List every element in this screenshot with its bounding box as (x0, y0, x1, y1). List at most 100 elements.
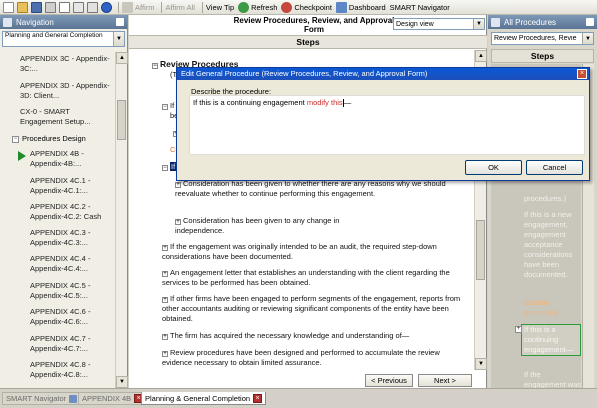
procedure-description-field[interactable]: If this is a continuing engagement modif… (189, 95, 585, 155)
view-mode-dropdown[interactable]: Design view ▼ (393, 18, 485, 30)
collapse-icon[interactable]: − (162, 104, 168, 110)
procedure-step-text[interactable]: An engagement letter that establishes an… (162, 268, 450, 287)
all-procedures-title: All Procedures (504, 17, 557, 27)
procedure-step-text[interactable]: Consideration has been given to any chan… (175, 216, 339, 235)
procedure-step-text[interactable]: If other firms have been engaged to perf… (162, 294, 460, 323)
scroll-down-icon[interactable]: ▼ (475, 358, 487, 370)
tree-item[interactable]: APPENDIX 4C.8 - Appendix-4C.8:... (30, 360, 114, 380)
scroll-up-icon[interactable]: ▲ (116, 52, 128, 64)
scroll-down-icon[interactable]: ▼ (116, 376, 128, 388)
navigation-dropdown[interactable]: Planning and General Completion ▼ (2, 31, 125, 47)
chevron-down-icon[interactable]: ▼ (113, 32, 124, 46)
navigation-scrollbar[interactable]: ▲ ▼ (115, 52, 128, 388)
refresh-label: Refresh (251, 2, 278, 12)
tree-item[interactable]: APPENDIX 4C.7 - Appendix-4C.7:... (30, 334, 114, 354)
affirm-icon (122, 1, 133, 13)
procedure-form-dropdown[interactable]: Review Procedures, Revie ▼ (491, 32, 594, 45)
pin-icon[interactable] (116, 18, 124, 26)
expand-icon[interactable]: + (162, 245, 168, 251)
tree-item-current[interactable]: APPENDIX 4B - Appendix-4B:... (30, 149, 114, 169)
custom-procedure-link[interactable]: Custom procedure... (524, 298, 581, 318)
open-folder-icon[interactable] (17, 1, 28, 13)
scroll-up-icon[interactable]: ▲ (475, 50, 487, 62)
collapse-icon[interactable]: − (152, 63, 158, 69)
previous-button[interactable]: < Previous (365, 374, 413, 387)
expand-icon[interactable]: + (162, 334, 168, 340)
pin-icon[interactable] (586, 18, 594, 26)
print-icon[interactable] (45, 1, 56, 13)
tree-item[interactable]: APPENDIX 4C.4 - Appendix-4C.4:... (30, 254, 114, 274)
ok-button[interactable]: OK (465, 160, 522, 175)
expand-icon[interactable]: + (162, 297, 168, 303)
procedure-step: + Consideration has been given to any cha… (175, 216, 375, 236)
expand-icon[interactable]: + (162, 351, 168, 357)
dashboard-button[interactable]: Dashboard (335, 1, 386, 13)
tree-item[interactable]: APPENDIX 4C.6 - Appendix-4C.6:... (30, 307, 114, 327)
affirm-label: Affirm (135, 2, 155, 12)
affirm-all-button[interactable]: Affirm All (165, 3, 194, 12)
help-icon[interactable] (101, 1, 112, 13)
tree-item[interactable]: APPENDIX 4C.5 - Appendix-4C.5:... (30, 281, 114, 301)
tab-label: Planning & General Completion (145, 393, 251, 403)
toolbar-separator (118, 1, 119, 13)
view-tip-button[interactable]: View Tip (206, 3, 234, 12)
tab-smart-navigator[interactable]: SMART Navigator (2, 392, 85, 405)
refresh-icon (238, 1, 250, 13)
smart-navigator-label: SMART Navigator (389, 2, 450, 12)
affirm-button[interactable]: Affirm (122, 1, 155, 13)
procedure-step-text[interactable]: The firm has acquired the necessary know… (170, 331, 409, 340)
expand-icon[interactable]: + (175, 182, 181, 188)
tree-item[interactable]: CX-0 - SMART Engagement Setup... (20, 107, 114, 127)
next-button[interactable]: Next > (418, 374, 472, 387)
navigation-tree: APPENDIX 3C - Appendix-3C:... APPENDIX 3… (0, 52, 115, 388)
smart-navigator-button[interactable]: SMART Navigator (390, 3, 450, 12)
right-step-current[interactable]: If this is a continuing engagement— (524, 325, 581, 355)
cancel-button[interactable]: Cancel (526, 160, 583, 175)
navigation-icon (3, 17, 12, 27)
close-icon[interactable]: × (577, 69, 587, 79)
procedure-step: + Consideration has been given to whether… (175, 179, 469, 199)
description-modified-text: modify this (306, 98, 343, 107)
view-tip-label: View Tip (205, 2, 235, 12)
preview-icon[interactable] (59, 1, 70, 13)
view-mode-value: Design view (396, 20, 434, 28)
tab-label: APPENDIX 4B (82, 394, 132, 403)
tree-item[interactable]: APPENDIX 4C.1 - Appendix-4C.1:... (30, 176, 114, 196)
expand-icon[interactable]: + (515, 326, 522, 333)
scroll-thumb[interactable] (476, 220, 485, 280)
steps-header: Steps (129, 35, 487, 49)
copy-icon[interactable] (73, 1, 84, 13)
chevron-down-icon[interactable]: ▼ (582, 33, 593, 44)
expand-icon[interactable]: + (175, 219, 181, 225)
tree-group-procedures-design[interactable]: − Procedures Design (12, 134, 86, 144)
tree-item[interactable]: APPENDIX 4C.3 - Appendix-4C.3:... (30, 228, 114, 248)
save-icon[interactable] (31, 1, 42, 13)
toolbar-separator (161, 1, 163, 13)
collapse-icon[interactable]: − (162, 165, 168, 171)
right-step-text[interactable]: procedures.) (524, 194, 581, 204)
new-document-icon[interactable] (3, 1, 14, 13)
scroll-thumb[interactable] (117, 100, 126, 140)
expand-icon[interactable]: + (162, 271, 168, 277)
chevron-down-icon[interactable]: ▼ (473, 19, 484, 29)
procedure-step-text[interactable]: If the engagement was originally intende… (162, 242, 437, 261)
checkpoint-button[interactable]: Checkpoint (281, 1, 332, 13)
procedure-step-text[interactable]: Review procedures have been designed and… (162, 348, 440, 367)
description-text: If this is a continuing engagement (193, 98, 307, 107)
tab-planning-general-completion[interactable]: Planning & General Completion × (141, 392, 267, 405)
dialog-title-bar[interactable]: Edit General Procedure (Review Procedure… (177, 68, 589, 80)
tree-item[interactable]: APPENDIX 4C.2 - Appendix-4C.2: Cash (30, 202, 114, 222)
tree-item[interactable]: APPENDIX 3D - Appendix-3D: Client... (20, 81, 114, 101)
procedure-step-text[interactable]: Consideration has been given to whether … (175, 179, 446, 198)
collapse-icon[interactable]: − (12, 135, 19, 143)
close-icon[interactable]: × (253, 393, 263, 403)
step-fragment: − If (162, 162, 177, 172)
refresh-button[interactable]: Refresh (238, 1, 278, 13)
toolbar: Affirm Affirm All View Tip Refresh Check… (0, 0, 597, 15)
right-step-text[interactable]: If this is a new engagement, engagement … (524, 210, 581, 280)
tree-item[interactable]: APPENDIX 3C - Appendix-3C:... (20, 54, 114, 74)
page-title: Review Procedures, Review, and Approval … (233, 16, 395, 34)
right-step-text[interactable]: If the engagement was originally intende… (524, 370, 581, 388)
tab-appendix-4b[interactable]: APPENDIX 4B × (78, 392, 148, 405)
properties-icon[interactable] (87, 1, 98, 13)
